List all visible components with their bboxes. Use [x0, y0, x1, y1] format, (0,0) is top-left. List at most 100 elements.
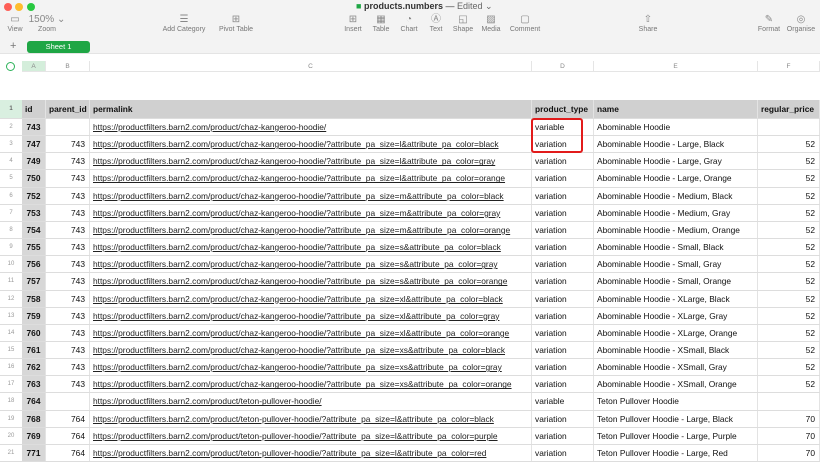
cell-permalink[interactable]: https://productfilters.barn2.com/product…	[90, 410, 532, 427]
permalink-link[interactable]: https://productfilters.barn2.com/product…	[93, 448, 486, 458]
cell-id[interactable]: 750	[22, 170, 46, 187]
cell-product_type[interactable]: variation	[532, 307, 594, 324]
cell-parent_id[interactable]: 743	[46, 273, 90, 290]
cell-permalink[interactable]: https://productfilters.barn2.com/product…	[90, 187, 532, 204]
cell-permalink[interactable]: https://productfilters.barn2.com/product…	[90, 341, 532, 359]
cell-regular_price[interactable]: 52	[758, 324, 820, 341]
cell-permalink[interactable]: https://productfilters.barn2.com/product…	[90, 119, 532, 136]
cell-permalink[interactable]: https://productfilters.barn2.com/product…	[90, 256, 532, 273]
column-header-b[interactable]: B	[46, 61, 90, 72]
cell-id[interactable]: 756	[22, 256, 46, 273]
permalink-link[interactable]: https://productfilters.barn2.com/product…	[93, 139, 499, 149]
cell-product_type[interactable]: variation	[532, 324, 594, 341]
cell-name[interactable]: Abominable Hoodie - Small, Black	[594, 239, 758, 256]
row-number[interactable]: 5	[0, 170, 22, 186]
permalink-link[interactable]: https://productfilters.barn2.com/product…	[93, 328, 509, 338]
cell-regular_price[interactable]: 52	[758, 136, 820, 153]
cell-name[interactable]: Abominable Hoodie	[594, 119, 758, 136]
permalink-link[interactable]: https://productfilters.barn2.com/product…	[93, 156, 495, 166]
header-cell-id[interactable]: id	[22, 100, 46, 118]
cell-regular_price[interactable]: 70	[758, 444, 820, 462]
cell-permalink[interactable]: https://productfilters.barn2.com/product…	[90, 427, 532, 444]
header-cell-product_type[interactable]: product_type	[532, 100, 594, 118]
cell-parent_id[interactable]: 743	[46, 307, 90, 324]
cell-name[interactable]: Abominable Hoodie - XLarge, Black	[594, 290, 758, 307]
cell-id[interactable]: 762	[22, 359, 46, 376]
cell-id[interactable]: 758	[22, 290, 46, 307]
cell-id[interactable]: 755	[22, 239, 46, 256]
cell-permalink[interactable]: https://productfilters.barn2.com/product…	[90, 153, 532, 170]
row-number[interactable]: 14	[0, 325, 22, 341]
permalink-link[interactable]: https://productfilters.barn2.com/product…	[93, 242, 501, 252]
row-number[interactable]: 17	[0, 376, 22, 392]
select-all-circle[interactable]	[6, 62, 15, 71]
cell-id[interactable]: 769	[22, 427, 46, 444]
cell-parent_id[interactable]	[46, 119, 90, 136]
cell-regular_price[interactable]: 70	[758, 410, 820, 427]
row-number[interactable]: 16	[0, 359, 22, 375]
permalink-link[interactable]: https://productfilters.barn2.com/product…	[93, 208, 500, 218]
cell-product_type[interactable]: variation	[532, 221, 594, 239]
cell-permalink[interactable]: https://productfilters.barn2.com/product…	[90, 221, 532, 239]
row-number[interactable]: 3	[0, 136, 22, 152]
row-number[interactable]: 15	[0, 342, 22, 358]
cell-permalink[interactable]: https://productfilters.barn2.com/product…	[90, 273, 532, 290]
cell-product_type[interactable]: variation	[532, 427, 594, 444]
zoom-window-button[interactable]	[27, 3, 35, 11]
permalink-link[interactable]: https://productfilters.barn2.com/product…	[93, 173, 505, 183]
row-number[interactable]: 4	[0, 153, 22, 169]
cell-permalink[interactable]: https://productfilters.barn2.com/product…	[90, 393, 532, 410]
row-number[interactable]: 21	[0, 445, 22, 461]
row-number[interactable]: 11	[0, 273, 22, 289]
permalink-link[interactable]: https://productfilters.barn2.com/product…	[93, 276, 507, 286]
row-number[interactable]: 7	[0, 205, 22, 221]
column-header-f[interactable]: F	[758, 61, 820, 72]
cell-parent_id[interactable]: 743	[46, 341, 90, 359]
cell-regular_price[interactable]: 70	[758, 427, 820, 444]
toolbar-add-category-button[interactable]: ☰ Add Category	[159, 14, 209, 33]
cell-name[interactable]: Abominable Hoodie - Medium, Orange	[594, 221, 758, 239]
cell-permalink[interactable]: https://productfilters.barn2.com/product…	[90, 359, 532, 376]
permalink-link[interactable]: https://productfilters.barn2.com/product…	[93, 225, 510, 235]
cell-id[interactable]: 749	[22, 153, 46, 170]
cell-name[interactable]: Teton Pullover Hoodie - Large, Purple	[594, 427, 758, 444]
minimize-window-button[interactable]	[15, 3, 23, 11]
column-header-e[interactable]: E	[594, 61, 758, 72]
cell-parent_id[interactable]: 743	[46, 187, 90, 204]
cell-parent_id[interactable]: 743	[46, 136, 90, 153]
cell-parent_id[interactable]	[46, 393, 90, 410]
permalink-link[interactable]: https://productfilters.barn2.com/product…	[93, 191, 504, 201]
cell-permalink[interactable]: https://productfilters.barn2.com/product…	[90, 170, 532, 187]
cell-parent_id[interactable]: 743	[46, 204, 90, 221]
cell-permalink[interactable]: https://productfilters.barn2.com/product…	[90, 324, 532, 341]
cell-product_type[interactable]: variation	[532, 187, 594, 204]
row-number[interactable]: 12	[0, 291, 22, 307]
cell-permalink[interactable]: https://productfilters.barn2.com/product…	[90, 444, 532, 462]
cell-id[interactable]: 747	[22, 136, 46, 153]
cell-name[interactable]: Teton Pullover Hoodie	[594, 393, 758, 410]
cell-regular_price[interactable]: 52	[758, 376, 820, 393]
cell-parent_id[interactable]: 743	[46, 239, 90, 256]
cell-id[interactable]: 754	[22, 221, 46, 239]
cell-parent_id[interactable]: 743	[46, 376, 90, 393]
permalink-link[interactable]: https://productfilters.barn2.com/product…	[93, 259, 498, 269]
toolbar-comment-button[interactable]: ▢ Comment	[500, 14, 550, 33]
cell-product_type[interactable]: variation	[532, 204, 594, 221]
column-header-c[interactable]: C	[90, 61, 532, 72]
cell-id[interactable]: 743	[22, 119, 46, 136]
cell-product_type[interactable]: variable	[532, 393, 594, 410]
cell-product_type[interactable]: variation	[532, 153, 594, 170]
cell-product_type[interactable]: variation	[532, 239, 594, 256]
cell-permalink[interactable]: https://productfilters.barn2.com/product…	[90, 307, 532, 324]
cell-regular_price[interactable]: 52	[758, 239, 820, 256]
cell-id[interactable]: 752	[22, 187, 46, 204]
cell-permalink[interactable]: https://productfilters.barn2.com/product…	[90, 376, 532, 393]
row-number[interactable]: 10	[0, 256, 22, 272]
cell-parent_id[interactable]: 764	[46, 444, 90, 462]
cell-name[interactable]: Abominable Hoodie - Large, Orange	[594, 170, 758, 187]
cell-regular_price[interactable]: 52	[758, 273, 820, 290]
cell-product_type[interactable]: variation	[532, 256, 594, 273]
row-number[interactable]: 6	[0, 188, 22, 204]
permalink-link[interactable]: https://productfilters.barn2.com/product…	[93, 311, 499, 321]
cell-permalink[interactable]: https://productfilters.barn2.com/product…	[90, 136, 532, 153]
